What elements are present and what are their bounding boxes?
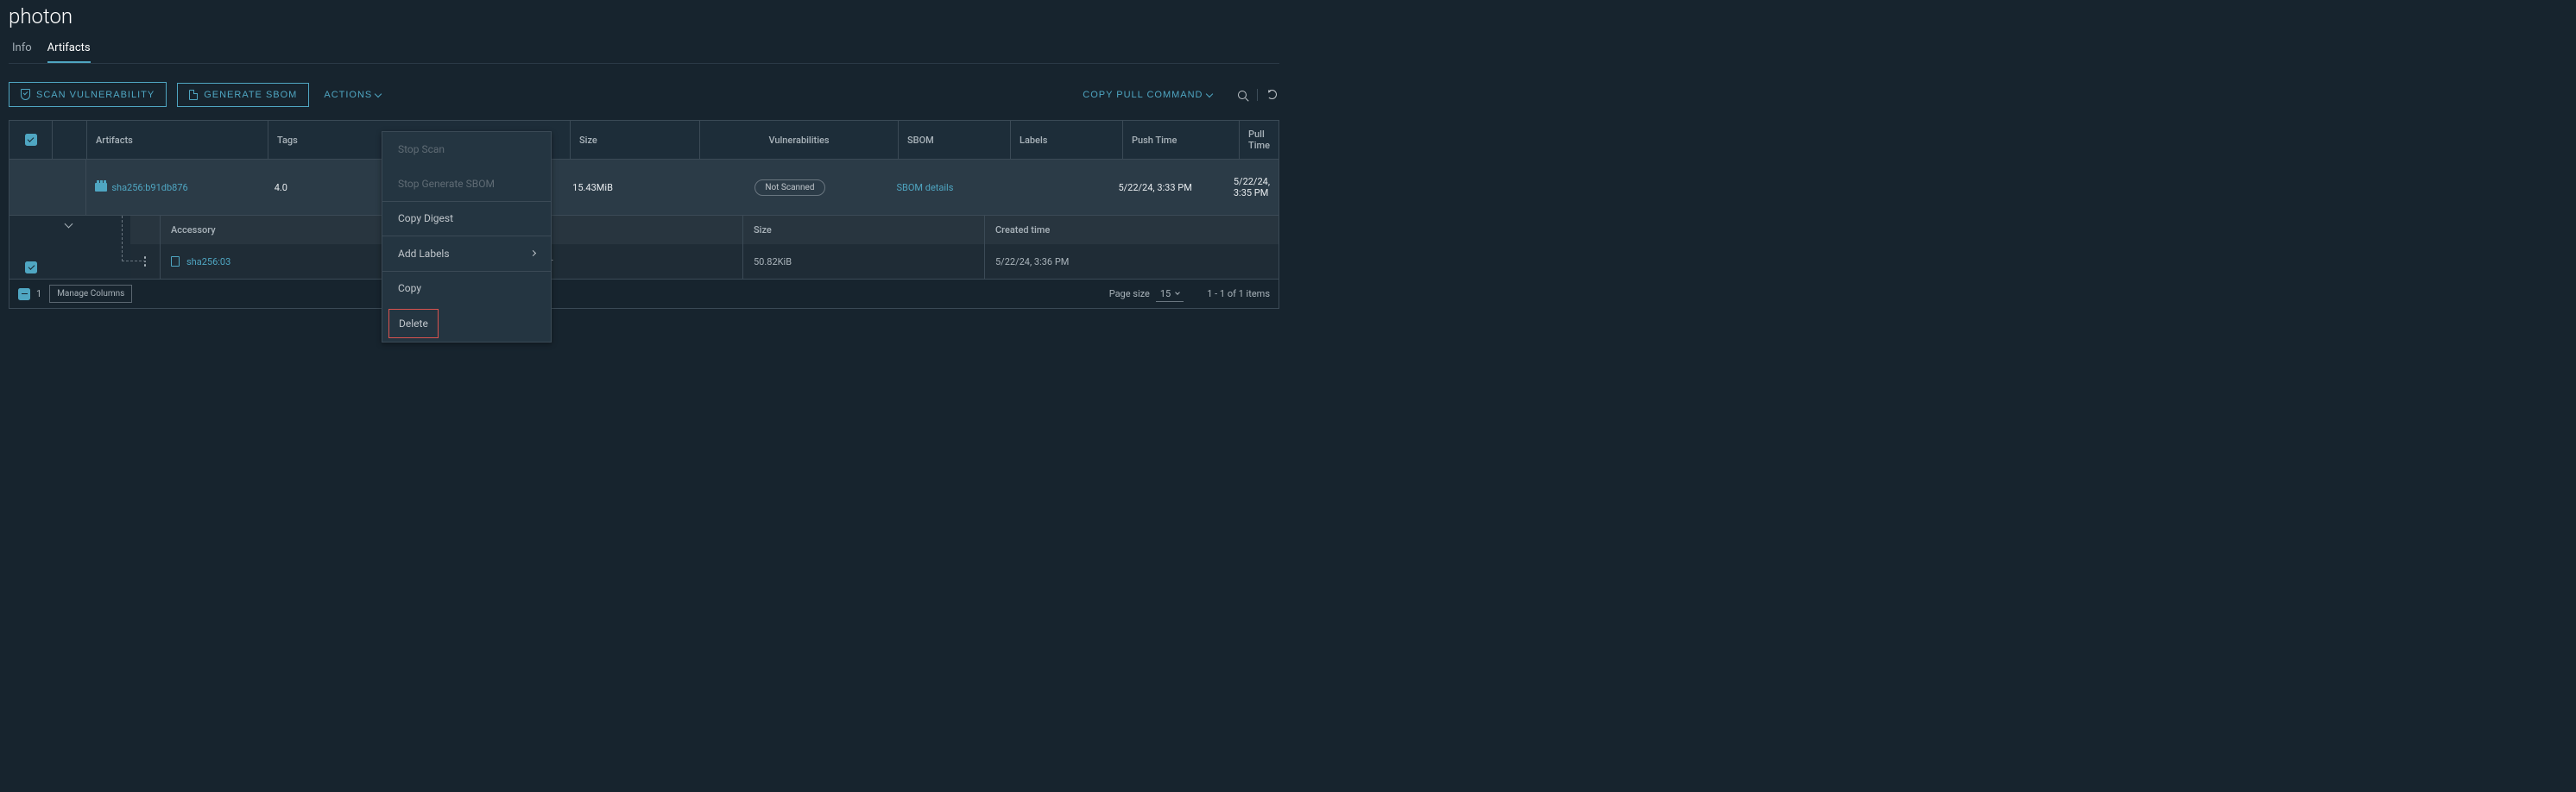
chevron-down-icon (375, 90, 382, 97)
header-vulnerabilities[interactable]: Vulnerabilities (700, 121, 899, 159)
header-sbom[interactable]: SBOM (899, 121, 1011, 159)
copy-pull-label: COPY PULL COMMAND (1083, 90, 1203, 100)
generate-sbom-button[interactable]: GENERATE SBOM (177, 83, 309, 107)
selected-count: 1 (36, 288, 41, 299)
chevron-down-icon (1175, 290, 1180, 295)
vulnerability-status: Not Scanned (754, 179, 824, 196)
header-pull-time[interactable]: Pull Time (1240, 121, 1279, 159)
delete-item[interactable]: Delete (388, 309, 439, 338)
stop-generate-sbom-item: Stop Generate SBOM (382, 167, 551, 201)
more-actions-button[interactable] (144, 256, 147, 267)
push-time-value: 5/22/24, 3:33 PM (1109, 160, 1224, 215)
tab-artifacts[interactable]: Artifacts (47, 37, 91, 63)
chevron-down-icon (1205, 90, 1212, 97)
page-size-select[interactable]: 15 (1156, 286, 1184, 302)
scan-vuln-label: SCAN VULNERABILITY (36, 90, 155, 100)
pagination-info: 1 - 1 of 1 items (1207, 288, 1270, 299)
copy-item[interactable]: Copy (382, 271, 551, 305)
header-created-time[interactable]: Created time (985, 216, 1279, 244)
accessory-created: 5/22/24, 3:36 PM (985, 244, 1279, 279)
docker-icon (95, 183, 107, 192)
select-partial-checkbox[interactable] (18, 288, 30, 300)
actions-label: ACTIONS (324, 90, 372, 100)
toolbar: SCAN VULNERABILITY GENERATE SBOM ACTIONS… (9, 64, 1279, 120)
expand-row-button[interactable] (65, 220, 73, 229)
scan-vulnerability-button[interactable]: SCAN VULNERABILITY (9, 82, 167, 107)
pull-time-value: 5/22/24, 3:35 PM (1225, 160, 1279, 215)
copy-digest-item[interactable]: Copy Digest (382, 201, 551, 236)
copy-pull-command-button[interactable]: COPY PULL COMMAND (1078, 84, 1215, 106)
header-push-time[interactable]: Push Time (1123, 121, 1240, 159)
page-title: photon (9, 0, 1279, 37)
shield-icon (21, 89, 30, 100)
actions-dropdown: Stop Scan Stop Generate SBOM Copy Digest… (382, 131, 552, 343)
select-all-checkbox[interactable] (25, 134, 37, 146)
accessory-digest-link[interactable]: sha256:03 (186, 256, 230, 267)
sbom-details-link[interactable]: SBOM details (896, 182, 953, 193)
table-footer: 1 Manage Columns Page size 15 1 - 1 of 1… (9, 279, 1279, 308)
add-labels-item[interactable]: Add Labels (382, 236, 551, 271)
table-header: Artifacts Tags Size Vulnerabilities SBOM… (9, 121, 1279, 160)
tab-info[interactable]: Info (12, 37, 32, 63)
tabs: Info Artifacts (9, 37, 1279, 64)
refresh-button[interactable] (1265, 87, 1279, 102)
accessory-row[interactable]: sha256:03 sbom.harbor 50.82KiB 5/22/24, … (130, 244, 1279, 279)
generate-sbom-label: GENERATE SBOM (204, 90, 297, 100)
page-size-label: Page size (1109, 288, 1150, 299)
tree-line-icon (122, 216, 123, 261)
search-button[interactable] (1235, 88, 1249, 102)
header-artifacts[interactable]: Artifacts (87, 121, 268, 159)
artifacts-table: Artifacts Tags Size Vulnerabilities SBOM… (9, 120, 1279, 309)
stop-scan-item: Stop Scan (382, 132, 551, 167)
accessory-size: 50.82KiB (743, 244, 985, 279)
header-size[interactable]: Size (743, 216, 985, 244)
refresh-icon (1267, 90, 1277, 99)
table-row[interactable]: sha256:b91db876 4.0 15.43MiB Not Scanned… (9, 160, 1279, 216)
row-checkbox[interactable] (25, 261, 37, 273)
page-size-value: 15 (1160, 288, 1171, 299)
search-icon (1238, 91, 1247, 99)
actions-button[interactable]: ACTIONS (319, 84, 385, 106)
header-size[interactable]: Size (571, 121, 700, 159)
manage-columns-button[interactable]: Manage Columns (49, 285, 132, 303)
doc-icon (171, 256, 180, 267)
size-value: 15.43MiB (564, 160, 691, 215)
chevron-right-icon (530, 250, 536, 256)
accessory-subtable: Accessory Type Size Created time sha256:… (9, 216, 1279, 279)
header-labels[interactable]: Labels (1011, 121, 1123, 159)
artifact-digest-link[interactable]: sha256:b91db876 (111, 182, 187, 193)
doc-icon (189, 90, 198, 100)
add-labels-label: Add Labels (398, 248, 450, 260)
